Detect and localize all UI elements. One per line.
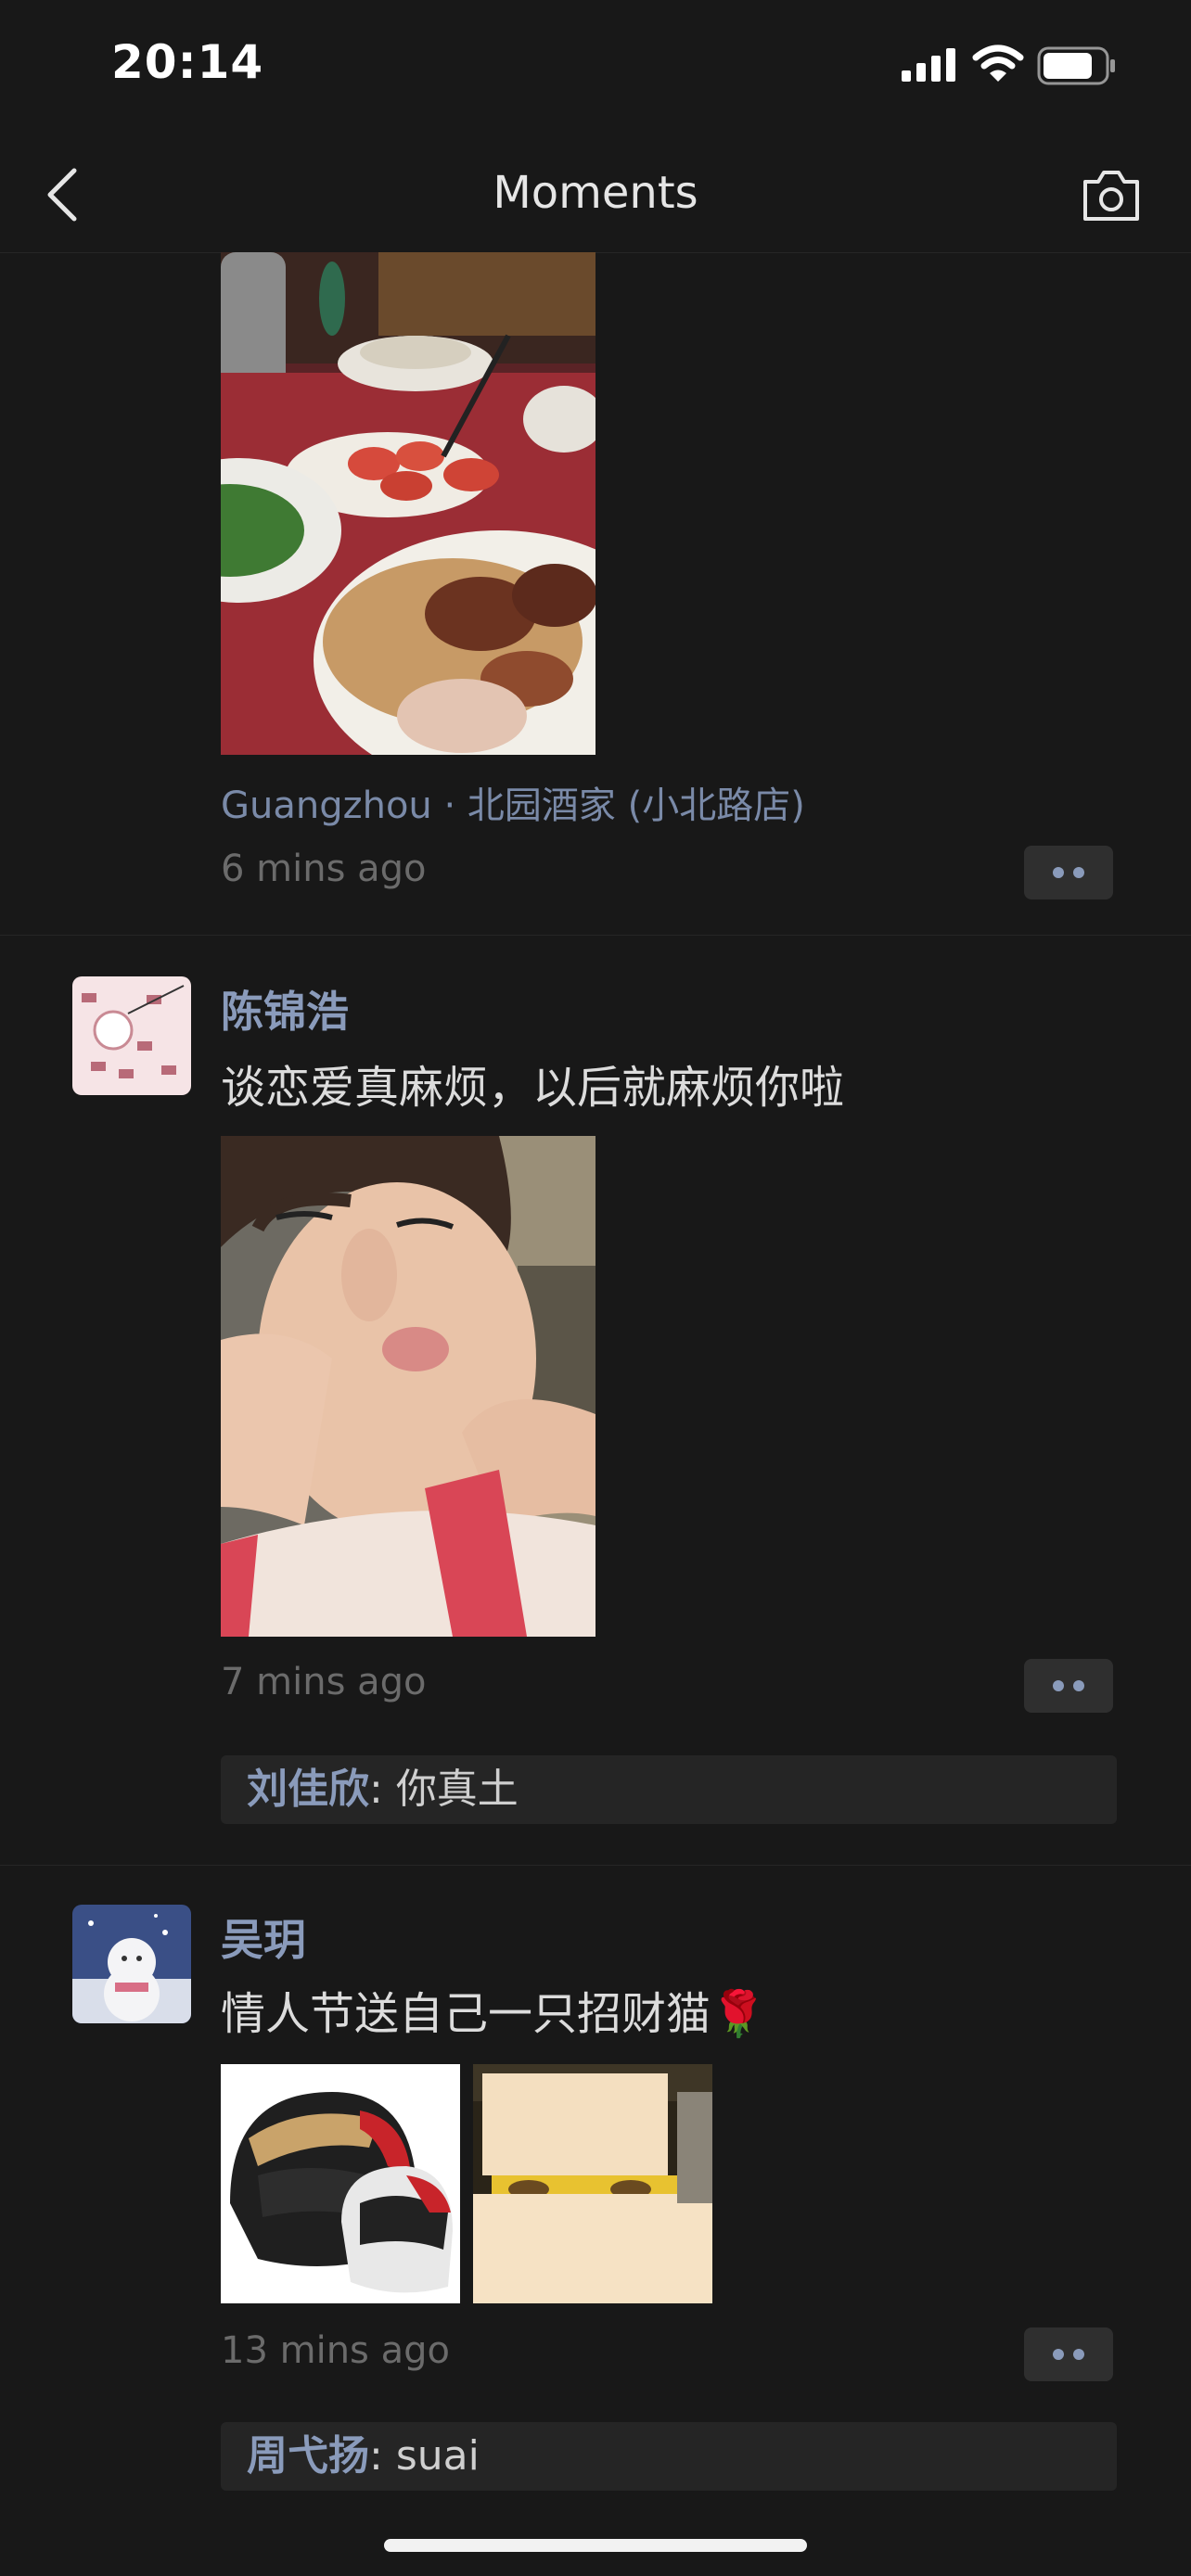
moment-post: 陈锦浩 谈恋爱真麻烦，以后就麻烦你啦 7 mins ago 刘佳欣: 你真土: [0, 936, 1191, 1866]
post-time: 13 mins ago: [221, 2329, 450, 2372]
post-time: 7 mins ago: [221, 1661, 427, 1703]
post-photo-helmets[interactable]: [221, 2064, 460, 2303]
comment-author[interactable]: 周弋扬: [247, 2432, 369, 2480]
post-photo-selfie[interactable]: [221, 1136, 596, 1637]
post-author[interactable]: 吴玥: [221, 1906, 306, 1968]
cellular-signal-icon: [902, 48, 955, 82]
comment-text: 你真土: [395, 1766, 519, 1813]
post-photo-gift[interactable]: [473, 2064, 712, 2303]
avatar[interactable]: [72, 976, 191, 1095]
comment-row[interactable]: 周弋扬: suai: [221, 2422, 1117, 2491]
moments-feed[interactable]: Guangzhou · 北园酒家 (小北路店) 6 mins ago 陈锦浩 谈…: [0, 252, 1191, 2570]
status-time: 20:14: [111, 35, 264, 89]
moment-post: 吴玥 情人节送自己一只招财猫🌹 13 mins ago 周弋扬: suai: [0, 1866, 1191, 2570]
comment-row[interactable]: 刘佳欣: 你真土: [221, 1755, 1117, 1824]
comment-separator: :: [369, 1766, 396, 1813]
post-actions-button[interactable]: [1024, 1659, 1113, 1713]
post-time: 6 mins ago: [221, 848, 427, 890]
post-photo-food[interactable]: [221, 252, 596, 755]
nav-bar: Moments: [0, 139, 1191, 253]
post-location[interactable]: Guangzhou · 北园酒家 (小北路店): [221, 775, 805, 829]
comment-separator: :: [369, 2432, 396, 2480]
post-actions-button[interactable]: [1024, 2327, 1113, 2381]
home-indicator[interactable]: [384, 2539, 807, 2552]
wifi-icon: [972, 45, 1024, 82]
comment-author[interactable]: 刘佳欣: [247, 1766, 369, 1813]
comment-text: suai: [395, 2432, 480, 2480]
camera-icon[interactable]: [1080, 167, 1143, 224]
post-text: 谈恋爱真麻烦，以后就麻烦你啦: [221, 1062, 845, 1114]
avatar[interactable]: [72, 1905, 191, 2023]
status-bar: 20:14: [0, 0, 1191, 139]
battery-icon: [1037, 46, 1115, 85]
post-author[interactable]: 陈锦浩: [221, 978, 349, 1039]
post-text: 情人节送自己一只招财猫🌹: [221, 1988, 766, 2040]
page-title: Moments: [493, 167, 698, 219]
post-actions-button[interactable]: [1024, 846, 1113, 899]
moment-post: Guangzhou · 北园酒家 (小北路店) 6 mins ago: [0, 252, 1191, 936]
